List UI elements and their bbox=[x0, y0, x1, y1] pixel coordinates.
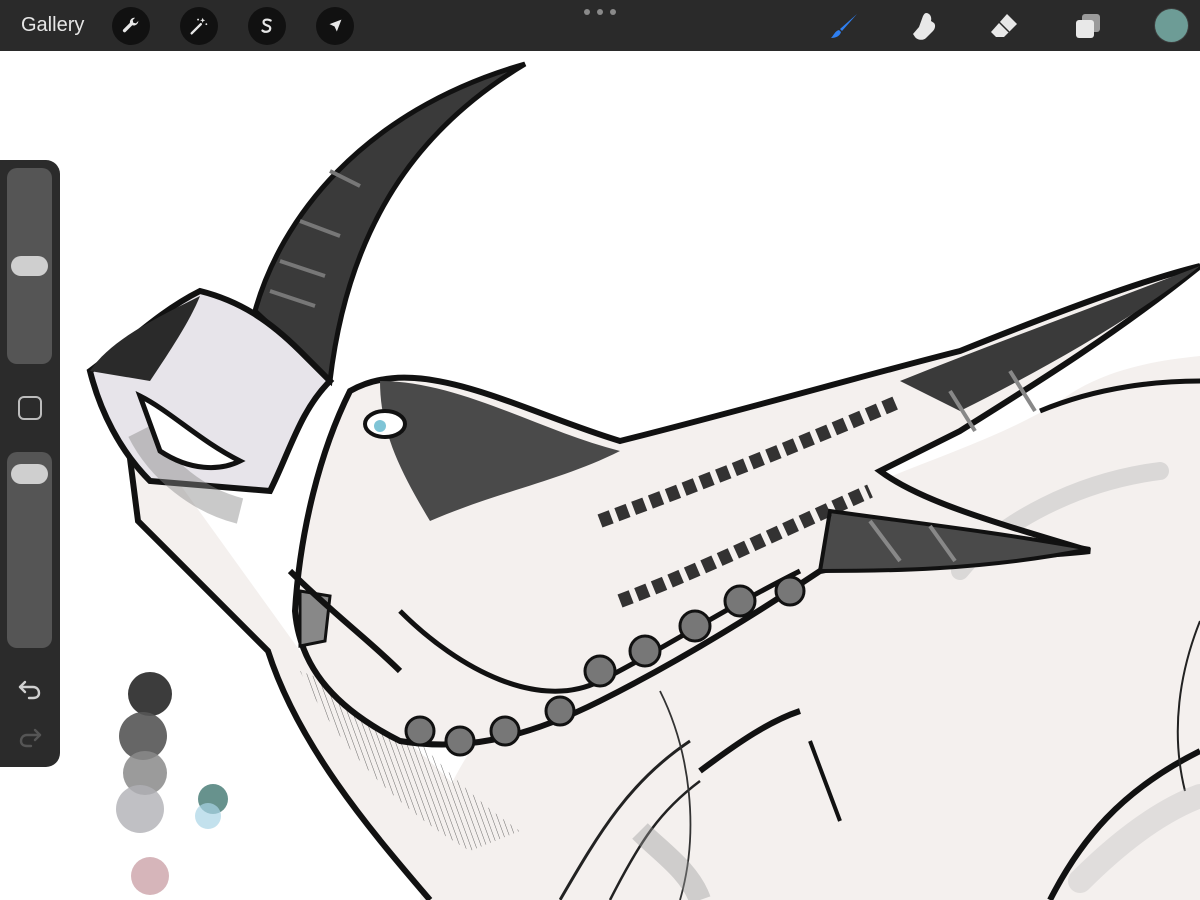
dot bbox=[610, 9, 616, 15]
dot bbox=[597, 9, 603, 15]
palette-blob bbox=[131, 857, 169, 895]
back-horn bbox=[252, 61, 527, 387]
layers-icon-glyph bbox=[1076, 14, 1100, 38]
top-toolbar: Gallery bbox=[0, 0, 1200, 51]
cheek-grey bbox=[298, 589, 332, 648]
opacity-slider[interactable] bbox=[7, 452, 52, 648]
palette-blob bbox=[195, 803, 221, 829]
palette-blob bbox=[116, 785, 164, 833]
magic-wand-icon[interactable] bbox=[180, 7, 218, 45]
undo-arrow-icon-glyph bbox=[18, 680, 41, 700]
opacity-thumb[interactable] bbox=[11, 464, 48, 484]
ellipsis-icon[interactable] bbox=[584, 6, 616, 18]
smudge-finger-icon[interactable] bbox=[906, 8, 942, 44]
arrow-cursor-icon[interactable] bbox=[316, 7, 354, 45]
dot bbox=[584, 9, 590, 15]
wrench-icon-glyph bbox=[122, 17, 139, 33]
brush-icon-glyph bbox=[831, 14, 857, 38]
redo-arrow-icon[interactable] bbox=[15, 724, 45, 750]
redo-arrow-icon-glyph bbox=[19, 728, 42, 748]
square-modifier-icon[interactable] bbox=[18, 396, 42, 420]
brush-size-thumb[interactable] bbox=[11, 256, 48, 276]
gallery-button[interactable]: Gallery bbox=[21, 13, 84, 37]
brush-size-slider[interactable] bbox=[7, 168, 52, 364]
eraser-icon-glyph bbox=[991, 14, 1017, 37]
smudge-finger-icon-glyph bbox=[913, 13, 936, 40]
magic-wand-icon-glyph bbox=[190, 17, 208, 35]
selection-s-icon[interactable] bbox=[248, 7, 286, 45]
drawing-canvas[interactable] bbox=[0, 51, 1200, 900]
color-picker-swatch[interactable] bbox=[1155, 9, 1188, 42]
undo-arrow-icon[interactable] bbox=[15, 676, 45, 702]
wrench-icon[interactable] bbox=[112, 7, 150, 45]
arrow-cursor-icon-glyph bbox=[329, 19, 342, 32]
creature-pupil bbox=[374, 420, 386, 432]
layers-icon[interactable] bbox=[1070, 8, 1106, 44]
brush-icon[interactable] bbox=[826, 8, 862, 44]
canvas-artwork bbox=[86, 61, 1200, 900]
eraser-icon[interactable] bbox=[986, 8, 1022, 44]
palette-blob bbox=[128, 672, 172, 716]
brush-sidebar bbox=[0, 160, 60, 767]
selection-s-icon-glyph bbox=[261, 18, 272, 33]
